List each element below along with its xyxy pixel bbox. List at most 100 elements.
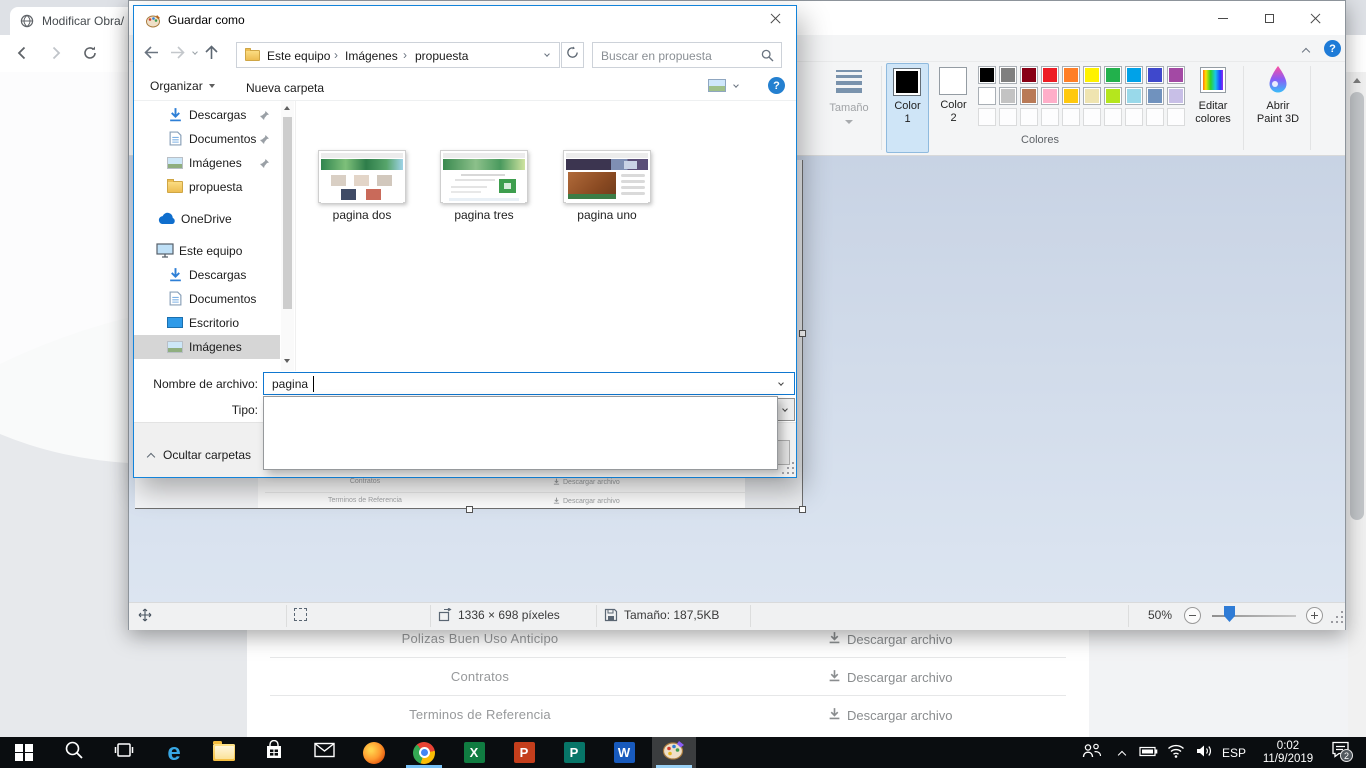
- reload-icon[interactable]: [82, 45, 98, 66]
- pane-divider[interactable]: [295, 101, 296, 371]
- palette-swatch[interactable]: [999, 108, 1017, 126]
- nav-forward-icon[interactable]: [169, 45, 186, 65]
- search-icon[interactable]: [761, 49, 774, 67]
- filename-input[interactable]: pagina: [263, 372, 795, 395]
- selection-handle[interactable]: [799, 506, 806, 513]
- palette-swatch[interactable]: [1062, 87, 1080, 105]
- palette-swatch[interactable]: [1041, 87, 1059, 105]
- scrollbar-thumb[interactable]: [283, 117, 292, 309]
- breadcrumb-item[interactable]: propuesta: [415, 49, 468, 63]
- address-dropdown-icon[interactable]: [544, 51, 550, 57]
- palette-swatch[interactable]: [1146, 66, 1164, 84]
- sidebar-item-onedrive[interactable]: OneDrive: [134, 207, 280, 231]
- volume-button[interactable]: [1192, 742, 1216, 764]
- people-button[interactable]: [1080, 742, 1104, 764]
- powerpoint-button[interactable]: P: [502, 737, 546, 768]
- filename-dropdown-icon[interactable]: [778, 380, 784, 386]
- paint-button[interactable]: [652, 737, 696, 768]
- store-button[interactable]: [252, 737, 296, 768]
- palette-swatch[interactable]: [1041, 66, 1059, 84]
- palette-swatch[interactable]: [1167, 108, 1185, 126]
- download-link[interactable]: Descargar archivo: [828, 631, 953, 647]
- file-explorer-button[interactable]: [202, 737, 246, 768]
- action-center-button[interactable]: 2: [1326, 740, 1354, 764]
- hide-folders-button[interactable]: Ocultar carpetas: [148, 448, 251, 462]
- taskbar-search-button[interactable]: [52, 737, 96, 768]
- sidebar-item-descargas[interactable]: Descargas: [134, 103, 280, 127]
- file-thumbnail-pagina-tres[interactable]: [440, 150, 528, 203]
- window-resize-grip[interactable]: [1330, 610, 1344, 624]
- palette-swatch[interactable]: [1083, 108, 1101, 126]
- scroll-down-icon[interactable]: [284, 359, 290, 363]
- palette-swatch[interactable]: [1146, 87, 1164, 105]
- close-button[interactable]: [1292, 1, 1338, 35]
- battery-button[interactable]: [1136, 742, 1160, 764]
- firefox-button[interactable]: [352, 737, 396, 768]
- nav-back-icon[interactable]: [143, 45, 160, 65]
- palette-swatch[interactable]: [1146, 108, 1164, 126]
- sidebar-scrollbar[interactable]: [281, 101, 294, 371]
- ribbon-help-button[interactable]: ?: [1324, 40, 1341, 57]
- tray-expand-button[interactable]: [1112, 742, 1132, 764]
- palette-swatch[interactable]: [1125, 66, 1143, 84]
- palette-swatch[interactable]: [1020, 87, 1038, 105]
- palette-swatch[interactable]: [1041, 108, 1059, 126]
- sidebar-item-documentos[interactable]: Documentos: [134, 127, 280, 151]
- scrollbar-thumb[interactable]: [1350, 92, 1364, 520]
- zoom-in-button[interactable]: [1306, 607, 1323, 624]
- palette-swatch[interactable]: [1125, 108, 1143, 126]
- selection-handle[interactable]: [799, 330, 806, 337]
- minimize-button[interactable]: [1200, 1, 1246, 35]
- language-indicator[interactable]: ESP: [1218, 742, 1250, 764]
- palette-swatch[interactable]: [1125, 87, 1143, 105]
- file-name[interactable]: pagina uno: [557, 208, 657, 222]
- open-paint3d-button[interactable]: Abrir Paint 3D: [1250, 64, 1306, 152]
- palette-swatch[interactable]: [999, 66, 1017, 84]
- sidebar-item-imagenes-2[interactable]: Imágenes: [134, 335, 280, 359]
- word-button[interactable]: W: [602, 737, 646, 768]
- organize-button[interactable]: Organizar: [150, 79, 215, 93]
- excel-button[interactable]: X: [452, 737, 496, 768]
- search-box[interactable]: Buscar en propuesta: [592, 42, 782, 68]
- color1-button[interactable]: Color 1: [886, 63, 929, 153]
- chrome-button[interactable]: [402, 737, 446, 768]
- sidebar-item-documentos-2[interactable]: Documentos: [134, 287, 280, 311]
- sidebar-item-imagenes[interactable]: Imágenes: [134, 151, 280, 175]
- size-button[interactable]: Tamaño: [822, 64, 876, 150]
- palette-swatch[interactable]: [1062, 108, 1080, 126]
- task-view-button[interactable]: [102, 737, 146, 768]
- start-button[interactable]: [2, 737, 46, 768]
- sidebar-item-escritorio[interactable]: Escritorio: [134, 311, 280, 335]
- palette-swatch[interactable]: [1104, 66, 1122, 84]
- file-thumbnail-pagina-uno[interactable]: [563, 150, 651, 203]
- palette-swatch[interactable]: [999, 87, 1017, 105]
- page-scrollbar[interactable]: [1348, 72, 1366, 737]
- file-thumbnail-pagina-dos[interactable]: [318, 150, 406, 203]
- edge-button[interactable]: e: [152, 737, 196, 768]
- download-link[interactable]: Descargar archivo: [828, 707, 953, 723]
- refresh-button[interactable]: [561, 42, 584, 68]
- sidebar-item-propuesta[interactable]: propuesta: [134, 175, 280, 199]
- download-link[interactable]: Descargar archivo: [828, 669, 953, 685]
- palette-swatch[interactable]: [1062, 66, 1080, 84]
- color2-button[interactable]: Color 2: [933, 63, 974, 153]
- file-name[interactable]: pagina dos: [312, 208, 412, 222]
- dialog-help-button[interactable]: ?: [768, 77, 785, 94]
- wifi-button[interactable]: [1164, 742, 1188, 764]
- palette-swatch[interactable]: [1167, 87, 1185, 105]
- sidebar-item-este-equipo[interactable]: Este equipo: [134, 239, 280, 263]
- edit-colors-button[interactable]: Editar colores: [1189, 64, 1237, 152]
- palette-swatch[interactable]: [1104, 108, 1122, 126]
- palette-swatch[interactable]: [1167, 66, 1185, 84]
- view-button[interactable]: [706, 77, 750, 97]
- ribbon-collapse-button[interactable]: [1298, 42, 1316, 56]
- palette-swatch[interactable]: [1083, 87, 1101, 105]
- dialog-resize-grip[interactable]: [781, 461, 795, 475]
- publisher-button[interactable]: P: [552, 737, 596, 768]
- palette-swatch[interactable]: [978, 66, 996, 84]
- filename-autocomplete-dropdown[interactable]: [263, 396, 778, 470]
- zoom-out-button[interactable]: [1184, 607, 1201, 624]
- nav-up-icon[interactable]: [204, 44, 219, 66]
- palette-swatch[interactable]: [1020, 108, 1038, 126]
- forward-icon[interactable]: [48, 45, 64, 66]
